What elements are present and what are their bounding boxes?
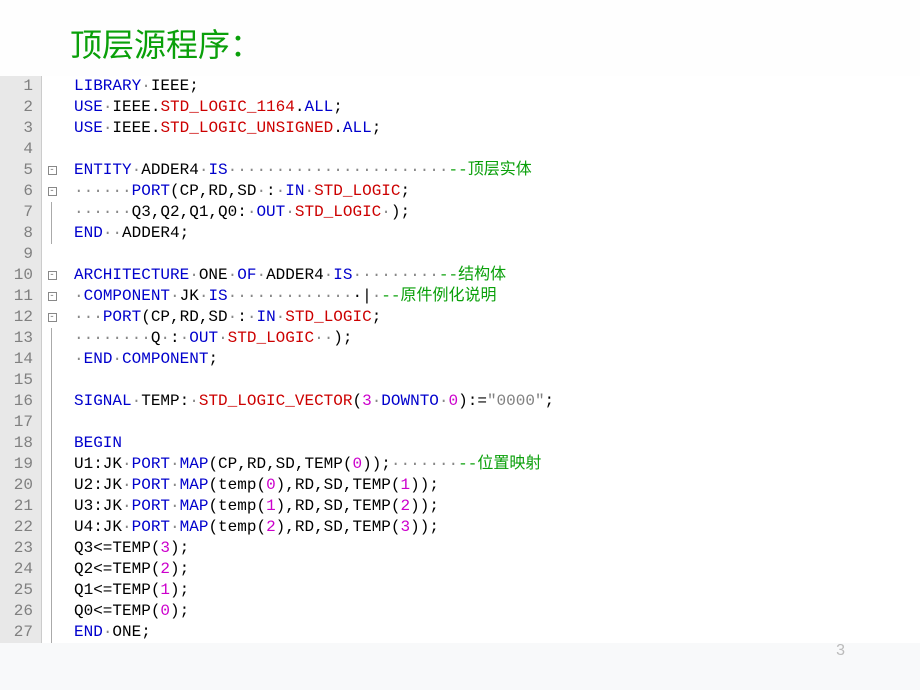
- code-line: ENTITY·ADDER4·IS·······················-…: [74, 160, 554, 181]
- code-line: Q3<=TEMP(3);: [74, 538, 554, 559]
- line-number-gutter: 1234567891011121314151617181920212223242…: [0, 76, 42, 643]
- fold-marker: [42, 118, 62, 139]
- fold-marker: [42, 370, 62, 391]
- line-number: 23: [4, 538, 33, 559]
- code-line: USE·IEEE.STD_LOGIC_1164.ALL;: [74, 97, 554, 118]
- line-number: 4: [4, 139, 33, 160]
- fold-marker: -: [42, 181, 62, 202]
- fold-marker: [42, 412, 62, 433]
- fold-marker: [42, 559, 62, 580]
- code-line: U3:JK·PORT·MAP(temp(1),RD,SD,TEMP(2));: [74, 496, 554, 517]
- code-line: Q0<=TEMP(0);: [74, 601, 554, 622]
- code-line: END··ADDER4;: [74, 223, 554, 244]
- fold-marker: [42, 433, 62, 454]
- line-number: 1: [4, 76, 33, 97]
- fold-column: -----: [42, 76, 62, 643]
- fold-marker: [42, 202, 62, 223]
- line-number: 11: [4, 286, 33, 307]
- line-number: 20: [4, 475, 33, 496]
- line-number: 17: [4, 412, 33, 433]
- fold-marker: [42, 76, 62, 97]
- code-line: ········Q·:·OUT·STD_LOGIC··);: [74, 328, 554, 349]
- code-line: ······PORT(CP,RD,SD·:·IN·STD_LOGIC;: [74, 181, 554, 202]
- line-number: 13: [4, 328, 33, 349]
- line-number: 6: [4, 181, 33, 202]
- line-number: 15: [4, 370, 33, 391]
- fold-marker: [42, 349, 62, 370]
- fold-marker: -: [42, 265, 62, 286]
- code-line: Q2<=TEMP(2);: [74, 559, 554, 580]
- line-number: 21: [4, 496, 33, 517]
- line-number: 26: [4, 601, 33, 622]
- code-line: ······Q3,Q2,Q1,Q0:·OUT·STD_LOGIC·);: [74, 202, 554, 223]
- fold-marker: [42, 622, 62, 643]
- line-number: 27: [4, 622, 33, 643]
- line-number: 9: [4, 244, 33, 265]
- fold-marker: -: [42, 160, 62, 181]
- code-line: SIGNAL·TEMP:·STD_LOGIC_VECTOR(3·DOWNTO·0…: [74, 391, 554, 412]
- code-line: [74, 370, 554, 391]
- fold-marker: -: [42, 286, 62, 307]
- code-line: U2:JK·PORT·MAP(temp(0),RD,SD,TEMP(1));: [74, 475, 554, 496]
- line-number: 5: [4, 160, 33, 181]
- fold-marker: [42, 139, 62, 160]
- line-number: 18: [4, 433, 33, 454]
- fold-marker: [42, 223, 62, 244]
- code-line: USE·IEEE.STD_LOGIC_UNSIGNED.ALL;: [74, 118, 554, 139]
- fold-marker: [42, 601, 62, 622]
- line-number: 12: [4, 307, 33, 328]
- code-line: [74, 412, 554, 433]
- line-number: 14: [4, 349, 33, 370]
- line-number: 22: [4, 517, 33, 538]
- fold-marker: [42, 454, 62, 475]
- fold-marker: [42, 391, 62, 412]
- fold-marker: [42, 328, 62, 349]
- line-number: 10: [4, 265, 33, 286]
- line-number: 16: [4, 391, 33, 412]
- code-line: BEGIN: [74, 433, 554, 454]
- fold-marker: [42, 538, 62, 559]
- fold-marker: -: [42, 307, 62, 328]
- fold-marker: [42, 496, 62, 517]
- line-number: 19: [4, 454, 33, 475]
- code-line: Q1<=TEMP(1);: [74, 580, 554, 601]
- code-line: [74, 139, 554, 160]
- code-content: LIBRARY·IEEE;USE·IEEE.STD_LOGIC_1164.ALL…: [62, 76, 554, 643]
- page-number: 3: [836, 642, 845, 660]
- line-number: 24: [4, 559, 33, 580]
- fold-marker: [42, 244, 62, 265]
- code-line: ·END·COMPONENT;: [74, 349, 554, 370]
- code-line: ARCHITECTURE·ONE·OF·ADDER4·IS·········--…: [74, 265, 554, 286]
- code-line: [74, 244, 554, 265]
- code-editor: 1234567891011121314151617181920212223242…: [0, 76, 920, 643]
- code-line: LIBRARY·IEEE;: [74, 76, 554, 97]
- fold-marker: [42, 580, 62, 601]
- line-number: 2: [4, 97, 33, 118]
- line-number: 7: [4, 202, 33, 223]
- code-line: ·COMPONENT·JK·IS··············|·--原件例化说明: [74, 286, 554, 307]
- code-line: U1:JK·PORT·MAP(CP,RD,SD,TEMP(0));·······…: [74, 454, 554, 475]
- line-number: 3: [4, 118, 33, 139]
- code-line: U4:JK·PORT·MAP(temp(2),RD,SD,TEMP(3));: [74, 517, 554, 538]
- code-line: END·ONE;: [74, 622, 554, 643]
- slide-title: 顶层源程序：: [0, 0, 920, 76]
- fold-marker: [42, 475, 62, 496]
- fold-marker: [42, 97, 62, 118]
- line-number: 8: [4, 223, 33, 244]
- fold-marker: [42, 517, 62, 538]
- line-number: 25: [4, 580, 33, 601]
- code-line: ···PORT(CP,RD,SD·:·IN·STD_LOGIC;: [74, 307, 554, 328]
